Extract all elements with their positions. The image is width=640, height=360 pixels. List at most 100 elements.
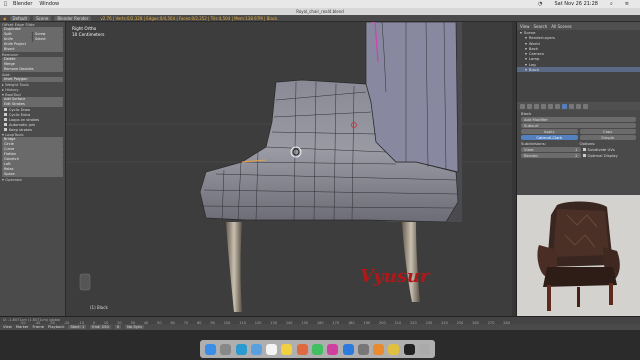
- blender-logo-icon[interactable]: ◉: [3, 16, 7, 21]
- tool-checkbox-label: Cyclic Extra: [9, 112, 31, 117]
- 3d-viewport[interactable]: Right Ortho 10 Centimeters (1) Black: [66, 22, 516, 316]
- render-tab-icon[interactable]: [520, 103, 525, 109]
- tool-button[interactable]: Screw: [33, 32, 63, 37]
- outliner-view-menu[interactable]: View: [520, 24, 530, 29]
- view-levels-field[interactable]: View: 1: [521, 146, 581, 152]
- timeline-marker-menu[interactable]: Marker: [16, 325, 29, 329]
- finder-icon[interactable]: [205, 343, 217, 355]
- tool-button[interactable]: Merge: [2, 62, 63, 67]
- tool-button[interactable]: Flatten: [2, 152, 63, 157]
- photos-icon[interactable]: [296, 343, 308, 355]
- tool-checkbox-label: Keep strokes: [9, 127, 32, 132]
- tool-button[interactable]: Edit Strokes: [2, 102, 63, 107]
- itunes-icon[interactable]: [327, 343, 339, 355]
- outliner-scenes-dropdown[interactable]: All Scenes: [551, 24, 572, 29]
- tool-button[interactable]: Add Surface: [2, 97, 63, 102]
- tool-button[interactable]: Circle: [2, 142, 63, 147]
- timeline[interactable]: D: -1.8071cm (1.8071cm) global -50 -40 -30…: [0, 316, 640, 325]
- appstore-icon[interactable]: [342, 343, 354, 355]
- tool-button[interactable]: Bridge: [2, 137, 63, 142]
- mail-icon[interactable]: [250, 343, 262, 355]
- tool-button[interactable]: Remove Doubles: [2, 67, 63, 72]
- tool-button[interactable]: Inset Polygon: [2, 77, 63, 82]
- messages-icon[interactable]: [311, 343, 323, 355]
- notes-icon[interactable]: [281, 343, 293, 355]
- apple-menu-icon[interactable]: : [4, 1, 7, 7]
- optimal-display-label: Optimal Display: [587, 152, 618, 158]
- tool-button[interactable]: Duplicate: [2, 27, 63, 32]
- tool-button[interactable]: Curve: [2, 147, 63, 152]
- end-frame-label: End:: [92, 324, 101, 329]
- search-icon[interactable]: ⌕: [610, 1, 613, 7]
- window-title: Royal_chair_real4.blend: [0, 8, 640, 15]
- subdivide-uvs-checkbox[interactable]: Subdivide UVs: [582, 147, 637, 152]
- trash-icon[interactable]: [418, 343, 430, 355]
- watermark: Vyusur: [360, 266, 430, 287]
- menu-list-icon[interactable]: ≡: [625, 1, 629, 7]
- calendar-icon[interactable]: [266, 343, 278, 355]
- material-tab-icon[interactable]: [576, 103, 581, 109]
- start-frame-field[interactable]: Start: 1: [68, 324, 87, 330]
- blender-dock-icon[interactable]: [373, 343, 385, 355]
- tool-button[interactable]: Select: [33, 37, 63, 42]
- end-frame-field[interactable]: End: 250: [90, 324, 111, 330]
- apply-button[interactable]: Apply: [521, 128, 578, 134]
- catmull-clark-button[interactable]: Catmull-Clark: [521, 134, 578, 140]
- render-engine-dropdown[interactable]: Blender Render: [54, 15, 92, 21]
- disclosure-icon[interactable]: ▾: [525, 67, 527, 72]
- modifier-name-field[interactable]: Subsurf: [521, 122, 636, 128]
- outliner-item-label: Black: [528, 67, 540, 73]
- data-tab-icon[interactable]: [569, 103, 574, 109]
- launchpad-icon[interactable]: [220, 343, 232, 355]
- disclosure-icon[interactable]: ▾: [520, 30, 522, 35]
- object-tab-icon[interactable]: [548, 103, 553, 109]
- outliner-search-menu[interactable]: Search: [534, 24, 548, 29]
- tool-button[interactable]: Bisect: [2, 47, 63, 52]
- sync-dropdown[interactable]: No Sync: [125, 324, 145, 330]
- checkbox-icon: [4, 113, 7, 116]
- tool-button[interactable]: Space: [2, 172, 63, 177]
- outliner-item[interactable]: ▾ Black: [517, 67, 640, 73]
- current-frame-field[interactable]: 0: [114, 324, 122, 330]
- layers-tab-icon[interactable]: [527, 103, 532, 109]
- add-modifier-dropdown[interactable]: Add Modifier: [521, 116, 636, 122]
- optimal-display-checkbox[interactable]: Optimal Display: [582, 152, 637, 158]
- unit-label: 10 Centimeters: [72, 32, 105, 37]
- chair-mesh-view[interactable]: [66, 22, 516, 316]
- world-tab-icon[interactable]: [541, 103, 546, 109]
- tool-button[interactable]: Loft: [2, 162, 63, 167]
- tool-checkbox-label: Cyclic Draw: [9, 107, 31, 112]
- properties-tabs: [517, 102, 640, 110]
- texture-tab-icon[interactable]: [583, 103, 588, 109]
- end-frame-value: 250: [101, 324, 109, 329]
- macos-dock: [200, 340, 435, 358]
- timeline-frame-menu[interactable]: Frame: [33, 325, 45, 329]
- tool-button[interactable]: Knife Project: [2, 42, 63, 47]
- menu-window[interactable]: Window: [39, 1, 59, 7]
- properties-panel: Black Add Modifier Subsurf Apply Copy Ca…: [516, 102, 640, 195]
- timeline-view-menu[interactable]: View: [3, 325, 12, 329]
- screen-layout-dropdown[interactable]: Default: [9, 15, 31, 21]
- scene-dropdown[interactable]: Scene: [33, 15, 52, 21]
- safari-icon[interactable]: [235, 343, 247, 355]
- tool-section-header[interactable]: ▾ Operator: [0, 177, 65, 182]
- tool-checkbox-label: Loops on strokes: [9, 117, 40, 122]
- tool-button[interactable]: Gstretch: [2, 157, 63, 162]
- copy-button[interactable]: Copy: [579, 128, 636, 134]
- tool-button[interactable]: Split: [2, 32, 32, 37]
- wrench-icon[interactable]: [562, 103, 567, 109]
- preferences-icon[interactable]: [357, 343, 369, 355]
- tool-button[interactable]: Relax: [2, 167, 63, 172]
- render-levels-field[interactable]: Render: 2: [521, 152, 581, 158]
- simple-button[interactable]: Simple: [579, 134, 636, 140]
- terminal-icon[interactable]: [403, 343, 415, 355]
- tool-button[interactable]: Knife: [2, 37, 32, 42]
- scene-tab-icon[interactable]: [534, 103, 539, 109]
- chrome-icon[interactable]: [388, 343, 400, 355]
- wifi-icon[interactable]: ◔: [538, 1, 542, 7]
- menu-app[interactable]: Blender: [13, 1, 32, 7]
- timeline-playback-menu[interactable]: Playback: [48, 325, 64, 329]
- clock[interactable]: Sat Nov 26 21:28: [554, 1, 598, 7]
- tool-button[interactable]: Delete: [2, 57, 63, 62]
- constraints-tab-icon[interactable]: [555, 103, 560, 109]
